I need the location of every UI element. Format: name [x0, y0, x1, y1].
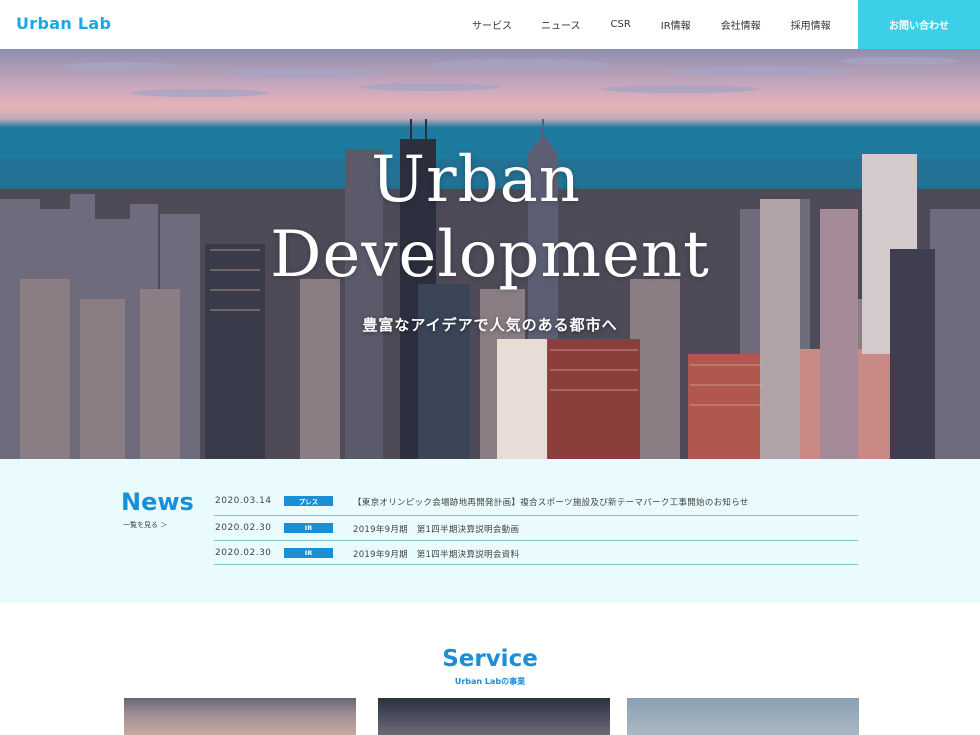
news-title-text[interactable]: 2019年9月期 第1四半期決算説明会動画 — [353, 523, 519, 535]
news-tag-badge: IR — [284, 523, 333, 533]
news-view-all-link[interactable]: 一覧を見る ＞ — [123, 520, 167, 530]
news-section: News 一覧を見る ＞ 2020.03.14 プレス 【東京オリンピック会場跡… — [0, 459, 980, 603]
main-nav: サービス ニュース CSR IR情報 会社情報 採用情報 — [458, 0, 831, 49]
news-heading: News — [121, 488, 194, 516]
site-header: Urban Lab サービス ニュース CSR IR情報 会社情報 採用情報 お… — [0, 0, 980, 49]
hero-subtitle: 豊富なアイデアで人気のある都市へ — [362, 316, 618, 334]
service-subheading: Urban Labの事業 — [454, 677, 526, 686]
nav-item-recruit[interactable]: 採用情報 — [791, 17, 831, 32]
news-tag-badge: IR — [284, 547, 333, 558]
nav-item-ir[interactable]: IR情報 — [661, 17, 691, 32]
news-item[interactable]: 2020.02.30 IR 2019年9月期 第1四半期決算説明会資料 — [214, 541, 858, 565]
news-date: 2020.02.30 — [215, 523, 272, 533]
site-logo[interactable]: Urban Lab — [16, 14, 111, 33]
hero-banner: Urban Development 豊富なアイデアで人気のある都市へ — [0, 49, 980, 459]
contact-button[interactable]: お問い合わせ — [858, 0, 980, 49]
news-item[interactable]: 2020.03.14 プレス 【東京オリンピック会場跡地再開発計画】複合スポーツ… — [214, 489, 858, 516]
news-date: 2020.03.14 — [215, 496, 272, 506]
nav-item-service[interactable]: サービス — [472, 17, 512, 32]
service-card-image[interactable] — [378, 698, 610, 735]
nav-item-company[interactable]: 会社情報 — [721, 17, 761, 32]
nav-item-news[interactable]: ニュース — [541, 17, 581, 32]
news-title-text[interactable]: 【東京オリンピック会場跡地再開発計画】複合スポーツ施設及び新テーマパーク工事開始… — [353, 496, 749, 508]
service-card-image[interactable] — [124, 698, 356, 735]
service-heading: Service — [442, 646, 538, 672]
news-item[interactable]: 2020.02.30 IR 2019年9月期 第1四半期決算説明会動画 — [214, 516, 858, 541]
hero-title-line1: Urban — [371, 143, 581, 217]
news-tag-badge: プレス — [284, 496, 333, 506]
nav-item-csr[interactable]: CSR — [611, 19, 631, 30]
news-title-text[interactable]: 2019年9月期 第1四半期決算説明会資料 — [353, 548, 519, 560]
news-list: 2020.03.14 プレス 【東京オリンピック会場跡地再開発計画】複合スポーツ… — [214, 489, 858, 565]
hero-title-line2: Development — [270, 218, 710, 292]
service-card-image[interactable] — [627, 698, 859, 735]
news-date: 2020.02.30 — [215, 547, 272, 558]
